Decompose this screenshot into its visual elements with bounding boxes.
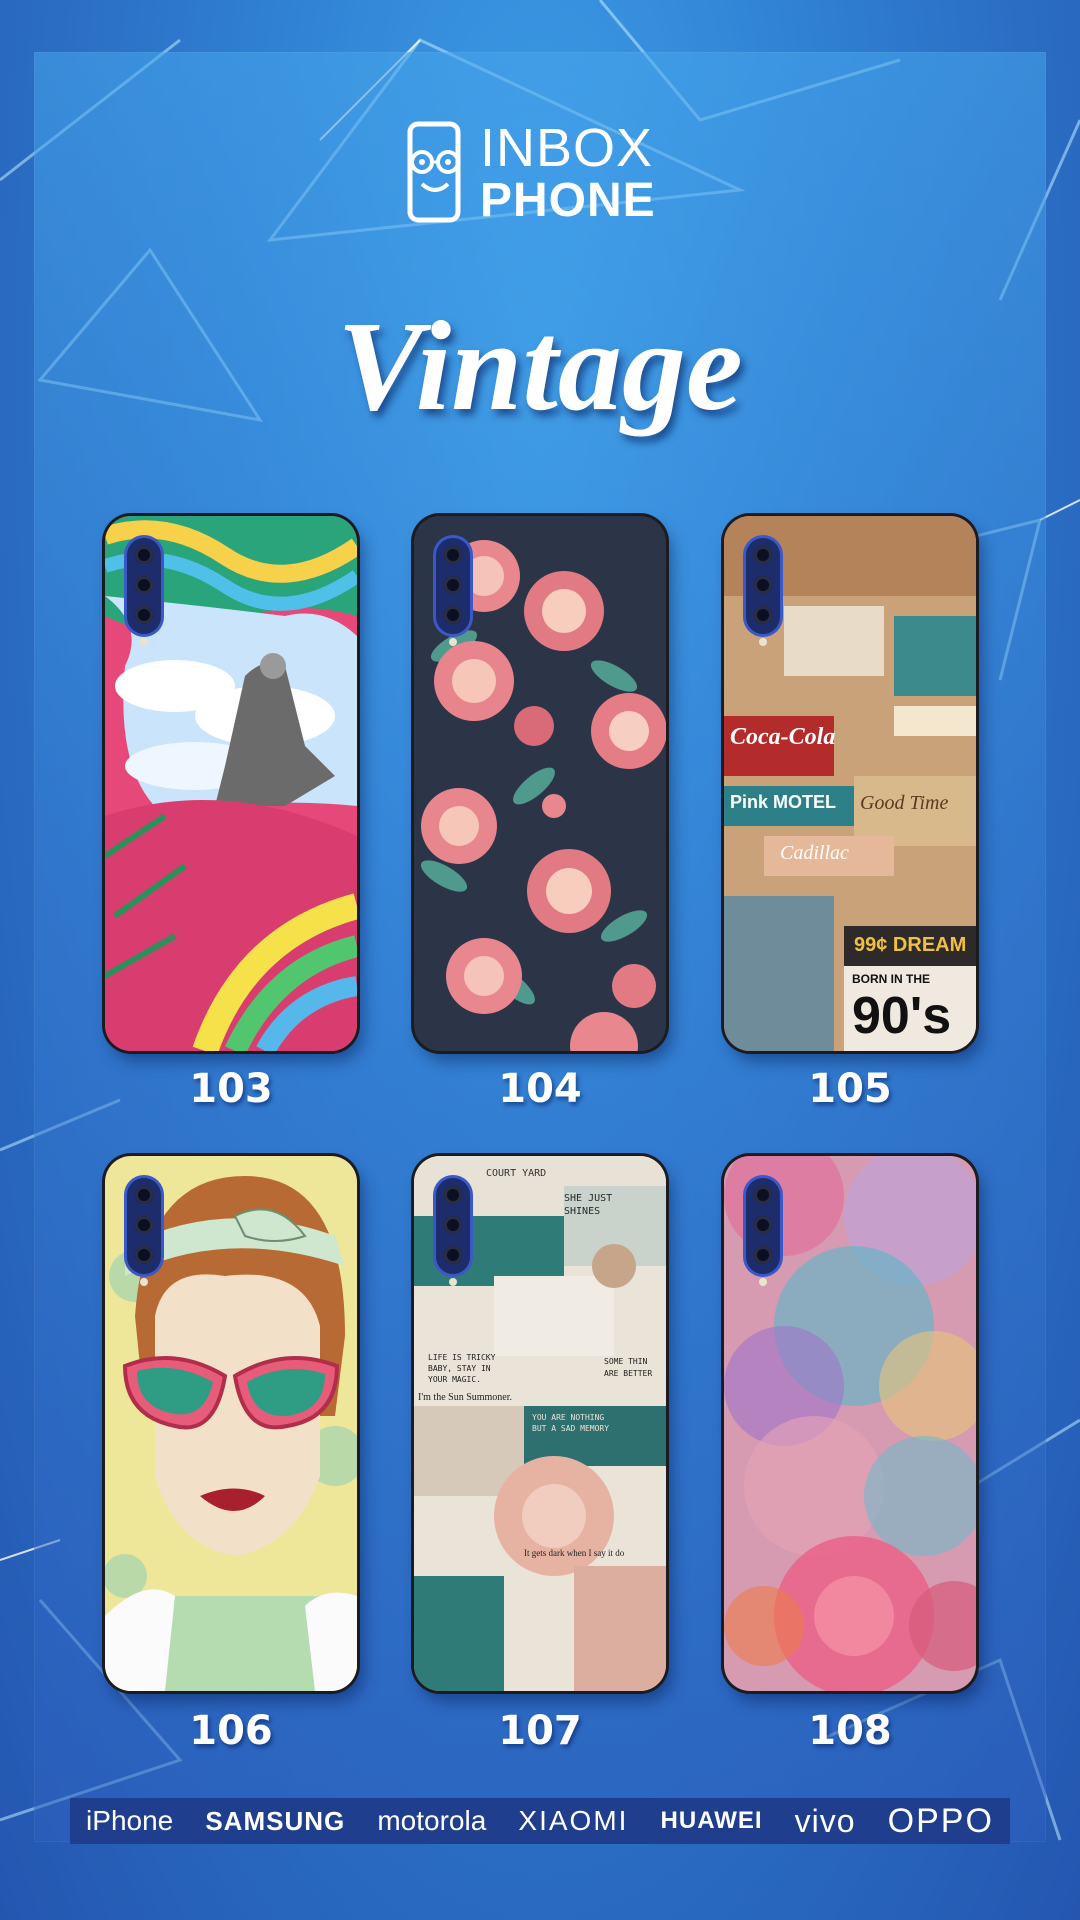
collage-text-90s: 90's — [852, 987, 952, 1045]
collage-text-born-in-the: BORN IN THE — [852, 972, 930, 986]
case-code-108: 108 — [808, 1708, 892, 1754]
collage-text-cadillac: Cadillac — [780, 842, 849, 864]
case-code-104: 104 — [498, 1066, 582, 1112]
inbox-phone-logo: INBOX PHONE — [400, 118, 700, 228]
phone-mascot-icon — [407, 121, 461, 223]
phone-case-105[interactable]: Coca-Cola Pink MOTEL Good Time Cadillac … — [724, 516, 976, 1051]
phone-case-103[interactable] — [105, 516, 357, 1051]
phone-case-108[interactable] — [724, 1156, 976, 1691]
collage-text-good-time: Good Time — [860, 792, 949, 814]
brand-samsung: SAMSUNG — [205, 1806, 346, 1836]
collage-text-sad-memory: YOU ARE NOTHING BUT A SAD MEMORY — [532, 1413, 610, 1433]
camera-module — [127, 1178, 161, 1286]
phone-case-107[interactable]: COURT YARD SHE JUST SHINES LIFE IS TRICK… — [414, 1156, 666, 1691]
case-code-103: 103 — [189, 1066, 273, 1112]
case-code-106: 106 — [189, 1708, 273, 1754]
logo-text-phone: PHONE — [480, 174, 656, 227]
camera-module — [746, 538, 780, 646]
collage-text-she-just-shines: SHE JUST SHINES — [564, 1193, 613, 1217]
camera-module — [436, 538, 470, 646]
collection-title: Vintage — [337, 295, 743, 437]
brand-xiaomi: XIAOMI — [518, 1805, 629, 1836]
case-code-105: 105 — [808, 1066, 892, 1112]
brand-oppo: OPPO — [887, 1802, 994, 1840]
compatible-brands-bar: iPhone SAMSUNG motorola XIAOMI HUAWEI vi… — [70, 1798, 1010, 1844]
camera-module — [127, 538, 161, 646]
camera-module — [746, 1178, 780, 1286]
case-code-107: 107 — [498, 1708, 582, 1754]
collage-text-99c-dream: 99¢ DREAM — [854, 934, 967, 956]
collage-text-court-yard: COURT YARD — [486, 1168, 547, 1179]
camera-module — [436, 1178, 470, 1286]
collage-text-cocacola: Coca-Cola — [730, 724, 836, 750]
logo-text-inbox: INBOX — [480, 118, 654, 178]
phone-case-106[interactable] — [105, 1156, 357, 1691]
collage-text-life-is-tricky: LIFE IS TRICKY BABY, STAY IN YOUR MAGIC. — [428, 1353, 496, 1384]
phone-case-104[interactable] — [414, 516, 666, 1051]
brand-vivo: vivo — [794, 1803, 856, 1839]
collage-text-gets-dark: It gets dark when I say it do — [524, 1548, 625, 1558]
collage-text-sun-summoner: I'm the Sun Summoner. — [418, 1392, 513, 1403]
brand-iphone: iPhone — [86, 1805, 174, 1836]
collage-text-pink-motel: Pink MOTEL — [730, 792, 837, 812]
brand-motorola: motorola — [377, 1805, 487, 1836]
collage-text-some-thin: SOME THIN ARE BETTER — [604, 1357, 653, 1378]
brand-huawei: HUAWEI — [660, 1807, 763, 1834]
